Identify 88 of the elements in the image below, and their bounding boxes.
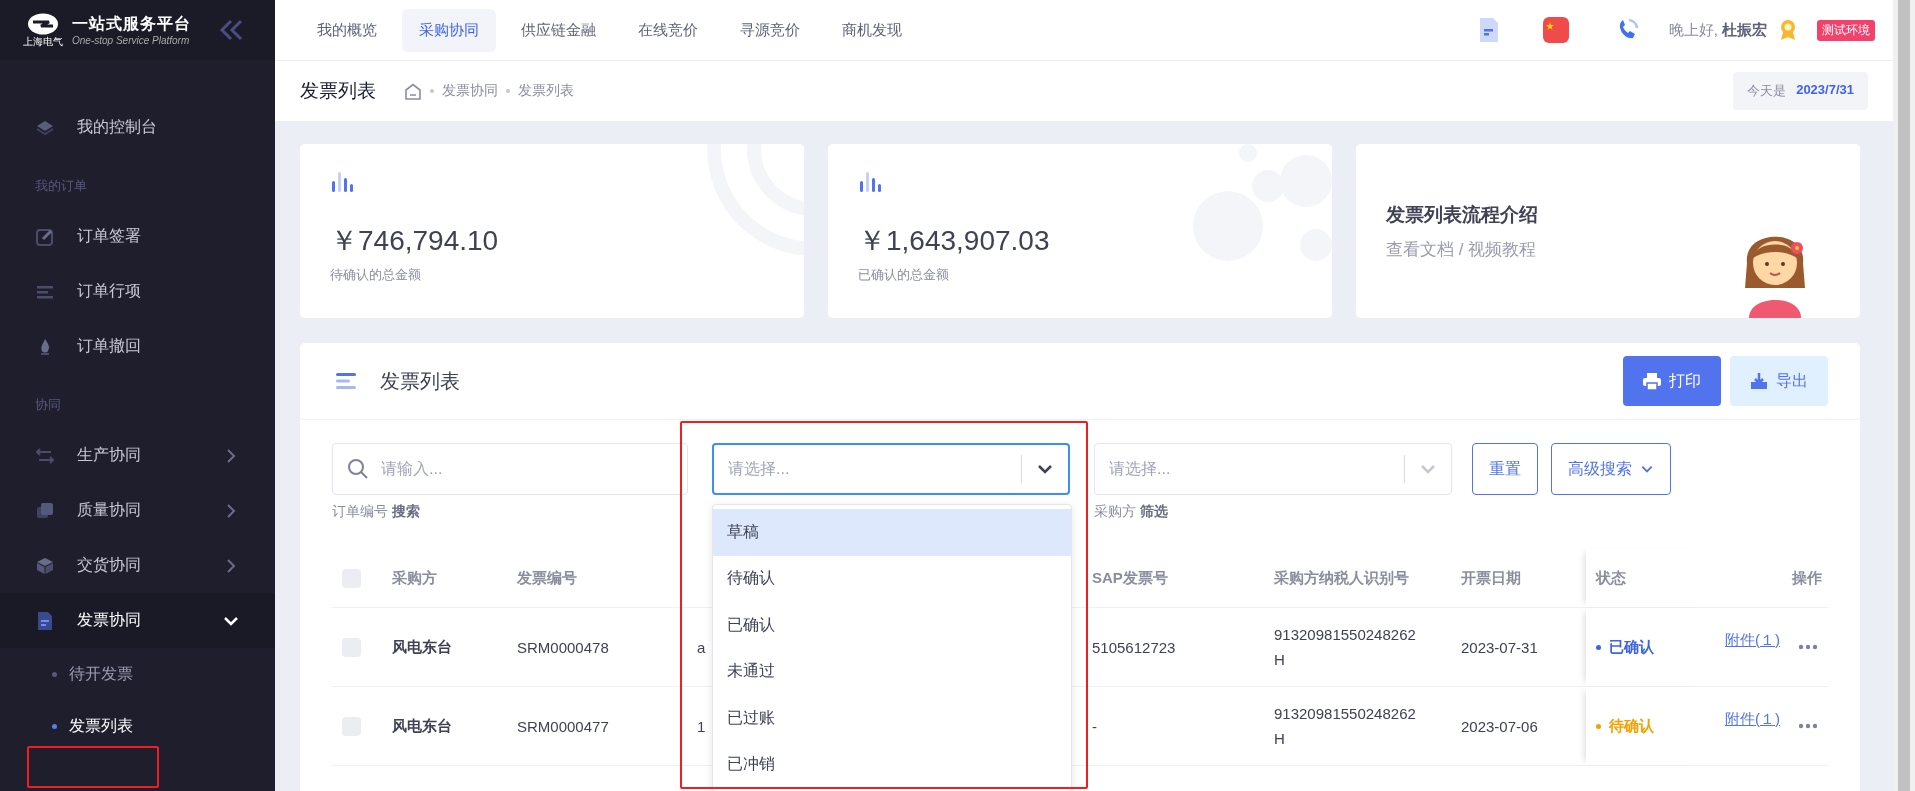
dropdown-option[interactable]: 未通过 — [713, 648, 1071, 695]
table-cell: 5105612723 — [1092, 638, 1176, 656]
search-icon — [347, 458, 369, 480]
stat-amount: ￥1,643,907.03 — [858, 224, 1051, 258]
brand-mark: 上海电气 — [23, 37, 63, 47]
nav-tab[interactable]: 我的概览 — [300, 8, 394, 52]
menu-item-icon — [35, 555, 55, 576]
column-header: 操作 — [1791, 568, 1823, 588]
guide-title: 发票列表流程介绍 — [1386, 202, 1539, 227]
home-icon[interactable] — [404, 82, 422, 100]
status-text: 待确认 — [1609, 716, 1654, 736]
column-header: 开票日期 — [1461, 568, 1522, 588]
scrollbar[interactable] — [1893, 0, 1915, 791]
collapse-icon[interactable] — [219, 19, 245, 41]
column-header: SAP发票号 — [1092, 568, 1169, 588]
sidebar-group[interactable]: 交货协同 — [0, 538, 275, 593]
breadcrumb-link[interactable]: 发票协同 — [442, 82, 498, 100]
status-text: 已确认 — [1609, 637, 1654, 657]
menu-item-icon — [35, 445, 55, 466]
table-cell: a — [697, 638, 706, 656]
table-cell: 2023-07-31 — [1461, 638, 1538, 656]
sidebar-item[interactable]: 我的控制台 — [0, 100, 275, 155]
nav-tab[interactable]: 商机发现 — [825, 8, 919, 52]
breadcrumb-link[interactable]: 发票列表 — [518, 82, 574, 100]
sidebar-item[interactable]: 订单行项 — [0, 264, 275, 319]
date-display: 今天是 2023/7/31 — [1733, 72, 1868, 110]
sidebar-group[interactable]: 生产协同 — [0, 428, 275, 483]
column-header: 状态 — [1596, 568, 1626, 588]
nav-tab[interactable]: 寻源竞价 — [723, 8, 817, 52]
page-title: 发票列表 — [300, 79, 376, 103]
nav-tab[interactable]: 在线竞价 — [621, 8, 715, 52]
menu-item-icon — [35, 226, 55, 247]
table-cell: 风电东台 — [392, 637, 452, 657]
table-cell: - — [1092, 717, 1097, 735]
app-subtitle: One-stop Service Platform — [72, 35, 191, 46]
greeting-text: 晚上好, 杜振宏 — [1668, 20, 1767, 40]
table-cell: SRM0000478 — [517, 638, 609, 656]
field-hint: 采购方 筛选 — [1094, 503, 1169, 521]
attachment-link[interactable]: 附件(１) — [1725, 709, 1780, 729]
dropdown-option[interactable]: 待确认 — [713, 555, 1071, 602]
sidebar-subitem[interactable]: 待开发票 — [0, 648, 275, 700]
export-button[interactable]: 导出 — [1730, 356, 1828, 406]
stat-label: 待确认的总金额 — [330, 266, 422, 284]
table-cell: 风电东台 — [392, 716, 452, 736]
column-header: 采购方纳税人识别号 — [1274, 568, 1410, 588]
flag-icon[interactable] — [1542, 17, 1569, 43]
nav-tab[interactable]: 供应链金融 — [504, 8, 613, 52]
stat-label: 已确认的总金额 — [858, 266, 950, 284]
document-icon[interactable] — [1478, 17, 1499, 43]
table-cell: 1 — [697, 717, 706, 735]
printer-icon — [1643, 372, 1661, 390]
menu-item-icon — [35, 610, 55, 631]
stat-amount: ￥746,794.10 — [330, 224, 500, 258]
more-icon[interactable] — [1798, 723, 1818, 729]
field-hint: 订单编号 搜索 — [332, 503, 421, 521]
nav-tab[interactable]: 采购协同 — [402, 8, 496, 52]
environment-badge: 测试环境 — [1817, 19, 1875, 41]
dropdown-option[interactable]: 草稿 — [713, 509, 1071, 556]
bar-chart-icon — [858, 172, 882, 192]
table-cell: 2023-07-06 — [1461, 717, 1538, 735]
menu-item-icon — [35, 500, 55, 521]
table-cell-text: 91320981550248262H — [1274, 704, 1417, 749]
sidebar-item[interactable]: 订单撤回 — [0, 319, 275, 374]
sidebar-item[interactable]: 订单签署 — [0, 209, 275, 264]
download-icon — [1750, 372, 1768, 390]
logo-icon — [27, 13, 59, 35]
table-cell-text: 91320981550248262H — [1274, 625, 1417, 670]
sidebar-group[interactable]: 质量协同 — [0, 483, 275, 538]
sidebar-section-label: 协同 — [34, 396, 62, 414]
app-title: 一站式服务平台 — [72, 14, 191, 34]
print-button[interactable]: 打印 — [1623, 356, 1721, 406]
dropdown-option[interactable]: 已过账 — [713, 695, 1071, 742]
attachment-link[interactable]: 附件(１) — [1725, 630, 1780, 650]
sidebar-subitem[interactable]: 发票列表 — [0, 700, 275, 752]
more-icon[interactable] — [1798, 644, 1818, 650]
advanced-search-button[interactable]: 高级搜索 — [1551, 443, 1671, 495]
sidebar-section-label: 我的订单 — [34, 177, 88, 195]
table-cell: SRM0000477 — [517, 717, 609, 735]
list-icon — [336, 372, 358, 390]
bar-chart-icon — [330, 172, 354, 192]
dropdown-option[interactable]: 已确认 — [713, 602, 1071, 649]
reset-button[interactable]: 重置 — [1472, 443, 1538, 495]
column-header: 采购方 — [392, 568, 438, 588]
dropdown-option[interactable]: 已冲销 — [713, 741, 1071, 788]
panel-title: 发票列表 — [380, 368, 460, 394]
sidebar-group[interactable]: 发票协同 — [0, 593, 275, 648]
medal-icon — [1779, 19, 1797, 41]
column-header: 发票编号 — [517, 568, 578, 588]
